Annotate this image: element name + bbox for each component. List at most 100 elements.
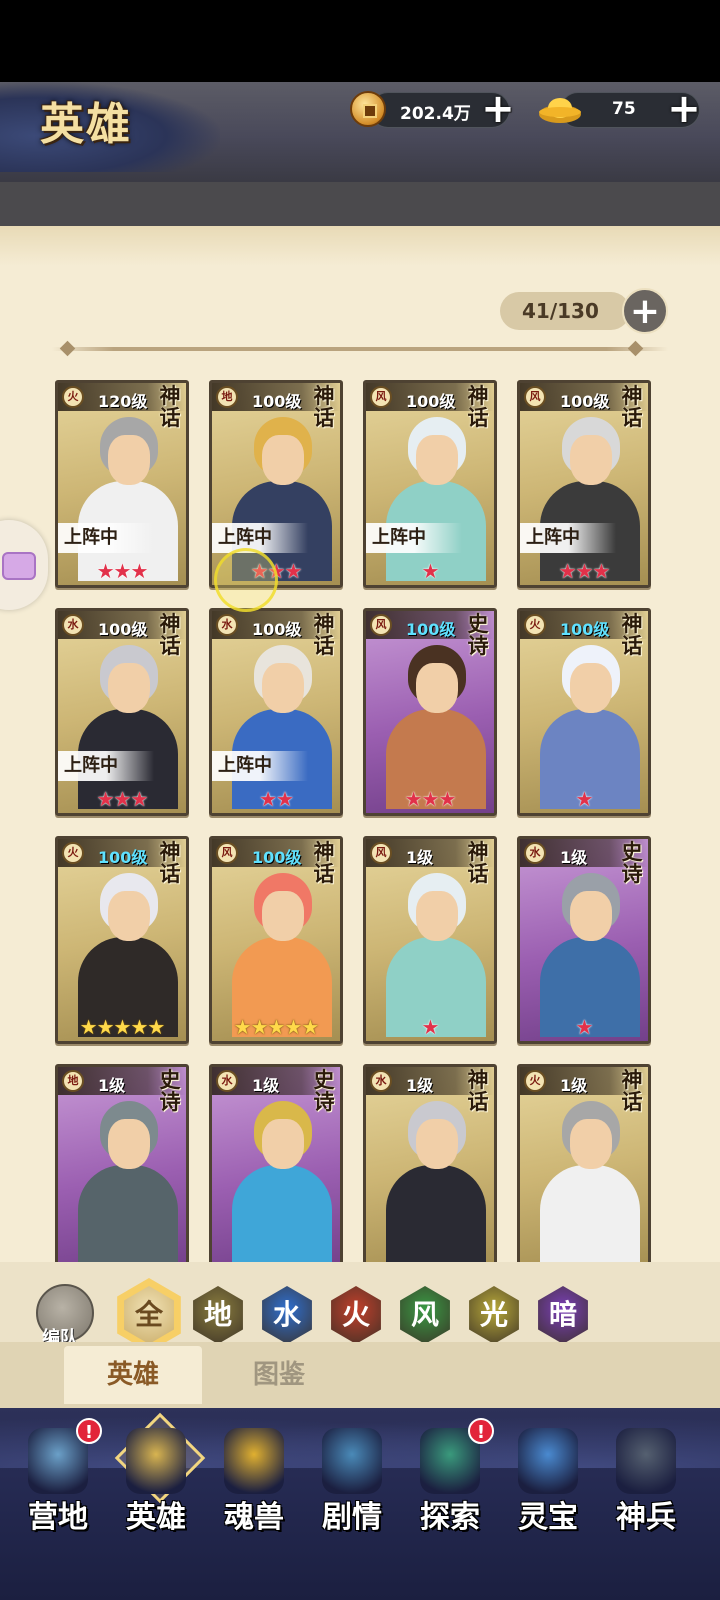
hero-card[interactable]: 火 100级 神话 ★★★★★ [55, 836, 189, 1044]
add-ingots-button[interactable]: + [664, 89, 704, 130]
hero-portrait [540, 645, 640, 809]
nav-icon [322, 1428, 382, 1494]
star-rating: ★★★★★ [233, 1015, 320, 1039]
hero-portrait [232, 1101, 332, 1265]
hero-level: 100级 [252, 848, 302, 867]
hero-portrait [540, 417, 640, 581]
alert-badge: ! [76, 1418, 102, 1444]
hero-level: 1级 [560, 848, 588, 867]
panel-edge [0, 226, 720, 266]
star-rating: ★ [575, 787, 594, 811]
touch-indicator [214, 548, 278, 612]
nav-icon [616, 1428, 676, 1494]
hero-card[interactable]: 风 100级 神话 上阵中 ★ [363, 380, 497, 588]
rarity-label: 神话 [467, 383, 489, 430]
nav-item-1[interactable]: 英雄 [106, 1412, 206, 1548]
nav-item-6[interactable]: 神兵 [596, 1418, 696, 1548]
element-badge: 风 [370, 386, 392, 408]
rarity-label: 神话 [159, 383, 181, 430]
nav-label: 灵宝 [518, 1500, 578, 1535]
hero-portrait [232, 873, 332, 1037]
hero-level: 1级 [98, 1076, 126, 1095]
nav-icon [126, 1428, 186, 1494]
rarity-label: 史诗 [621, 839, 643, 886]
nav-icon [518, 1428, 578, 1494]
hero-level: 100级 [98, 620, 148, 639]
nav-label: 魂兽 [224, 1500, 284, 1535]
rarity-label: 神话 [467, 1067, 489, 1114]
rarity-label: 神话 [159, 611, 181, 658]
nav-item-5[interactable]: 灵宝 [498, 1418, 598, 1548]
hero-card[interactable]: 风 100级 史诗 ★★★ [363, 608, 497, 816]
hero-level: 1级 [406, 848, 434, 867]
hero-card[interactable]: 风 100级 神话 ★★★★★ [209, 836, 343, 1044]
hero-card[interactable]: 风 100级 神话 上阵中 ★★★ [517, 380, 651, 588]
hero-level: 1级 [560, 1076, 588, 1095]
ingots-value: 75 [612, 99, 636, 119]
hero-card[interactable]: 水 1级 史诗 ★ [517, 836, 651, 1044]
hero-level: 100级 [560, 392, 610, 411]
hero-level: 100级 [252, 392, 302, 411]
nav-item-3[interactable]: 剧情 [302, 1418, 402, 1548]
hero-grid: 火 120级 神话 上阵中 ★★★ 地 100级 神话 上阵中 ★★★ 风 100级 神话 上阵中 ★ 风 10… [55, 380, 665, 1268]
hero-card[interactable]: 水 100级 神话 上阵中 ★★ [209, 608, 343, 816]
hero-portrait [232, 645, 332, 809]
hero-card[interactable]: 火 1级 神话 [517, 1064, 651, 1268]
hero-card[interactable]: 地 1级 史诗 [55, 1064, 189, 1268]
hero-level: 1级 [252, 1076, 280, 1095]
star-rating: ★★★ [96, 559, 149, 583]
hero-card[interactable]: 风 1级 神话 ★ [363, 836, 497, 1044]
hero-card[interactable]: 火 100级 神话 ★ [517, 608, 651, 816]
nav-item-0[interactable]: ! 营地 [8, 1418, 108, 1548]
divider [52, 347, 668, 351]
star-rating: ★★★ [404, 787, 457, 811]
hero-portrait [78, 645, 178, 809]
element-badge: 风 [216, 842, 238, 864]
rarity-label: 神话 [313, 383, 335, 430]
hero-card[interactable]: 水 1级 史诗 [209, 1064, 343, 1268]
rarity-label: 神话 [159, 839, 181, 886]
nav-item-4[interactable]: ! 探索 [400, 1418, 500, 1548]
element-badge: 水 [62, 614, 84, 636]
hero-portrait [78, 873, 178, 1037]
hero-portrait [78, 1101, 178, 1265]
hero-count: 41/130 [500, 292, 630, 330]
expand-roster-button[interactable]: + [622, 288, 668, 334]
hero-level: 100级 [560, 620, 610, 639]
element-badge: 水 [216, 1070, 238, 1092]
hero-card[interactable]: 水 1级 神话 [363, 1064, 497, 1268]
gold-ingot-icon [539, 98, 581, 123]
star-rating: ★ [575, 1015, 594, 1039]
hero-card[interactable]: 水 100级 神话 上阵中 ★★★ [55, 608, 189, 816]
rarity-label: 神话 [313, 611, 335, 658]
element-badge: 地 [62, 1070, 84, 1092]
rarity-label: 神话 [467, 839, 489, 886]
nav-icon [224, 1428, 284, 1494]
tab-codex[interactable]: 图鉴 [210, 1346, 348, 1404]
add-coins-button[interactable]: + [478, 89, 518, 130]
rarity-label: 史诗 [313, 1067, 335, 1114]
hero-level: 120级 [98, 392, 148, 411]
chat-icon[interactable] [2, 552, 36, 580]
element-badge: 地 [216, 386, 238, 408]
alert-badge: ! [468, 1418, 494, 1444]
star-rating: ★★★ [558, 559, 611, 583]
nav-item-2[interactable]: 魂兽 [204, 1418, 304, 1548]
rarity-label: 神话 [621, 611, 643, 658]
rarity-label: 史诗 [467, 611, 489, 658]
star-rating: ★★★★★ [79, 1015, 166, 1039]
element-badge: 风 [524, 386, 546, 408]
rarity-label: 神话 [621, 383, 643, 430]
element-badge: 水 [370, 1070, 392, 1092]
header: 英雄 202.4万 + 75 + [0, 82, 720, 182]
tab-heroes[interactable]: 英雄 [64, 1346, 202, 1404]
hero-portrait [78, 417, 178, 581]
element-badge: 水 [216, 614, 238, 636]
hero-level: 100级 [98, 848, 148, 867]
hero-portrait [386, 873, 486, 1037]
element-badge: 火 [62, 842, 84, 864]
rarity-label: 神话 [621, 1067, 643, 1114]
hero-card[interactable]: 火 120级 神话 上阵中 ★★★ [55, 380, 189, 588]
star-rating: ★ [421, 1015, 440, 1039]
hero-level: 100级 [406, 620, 456, 639]
